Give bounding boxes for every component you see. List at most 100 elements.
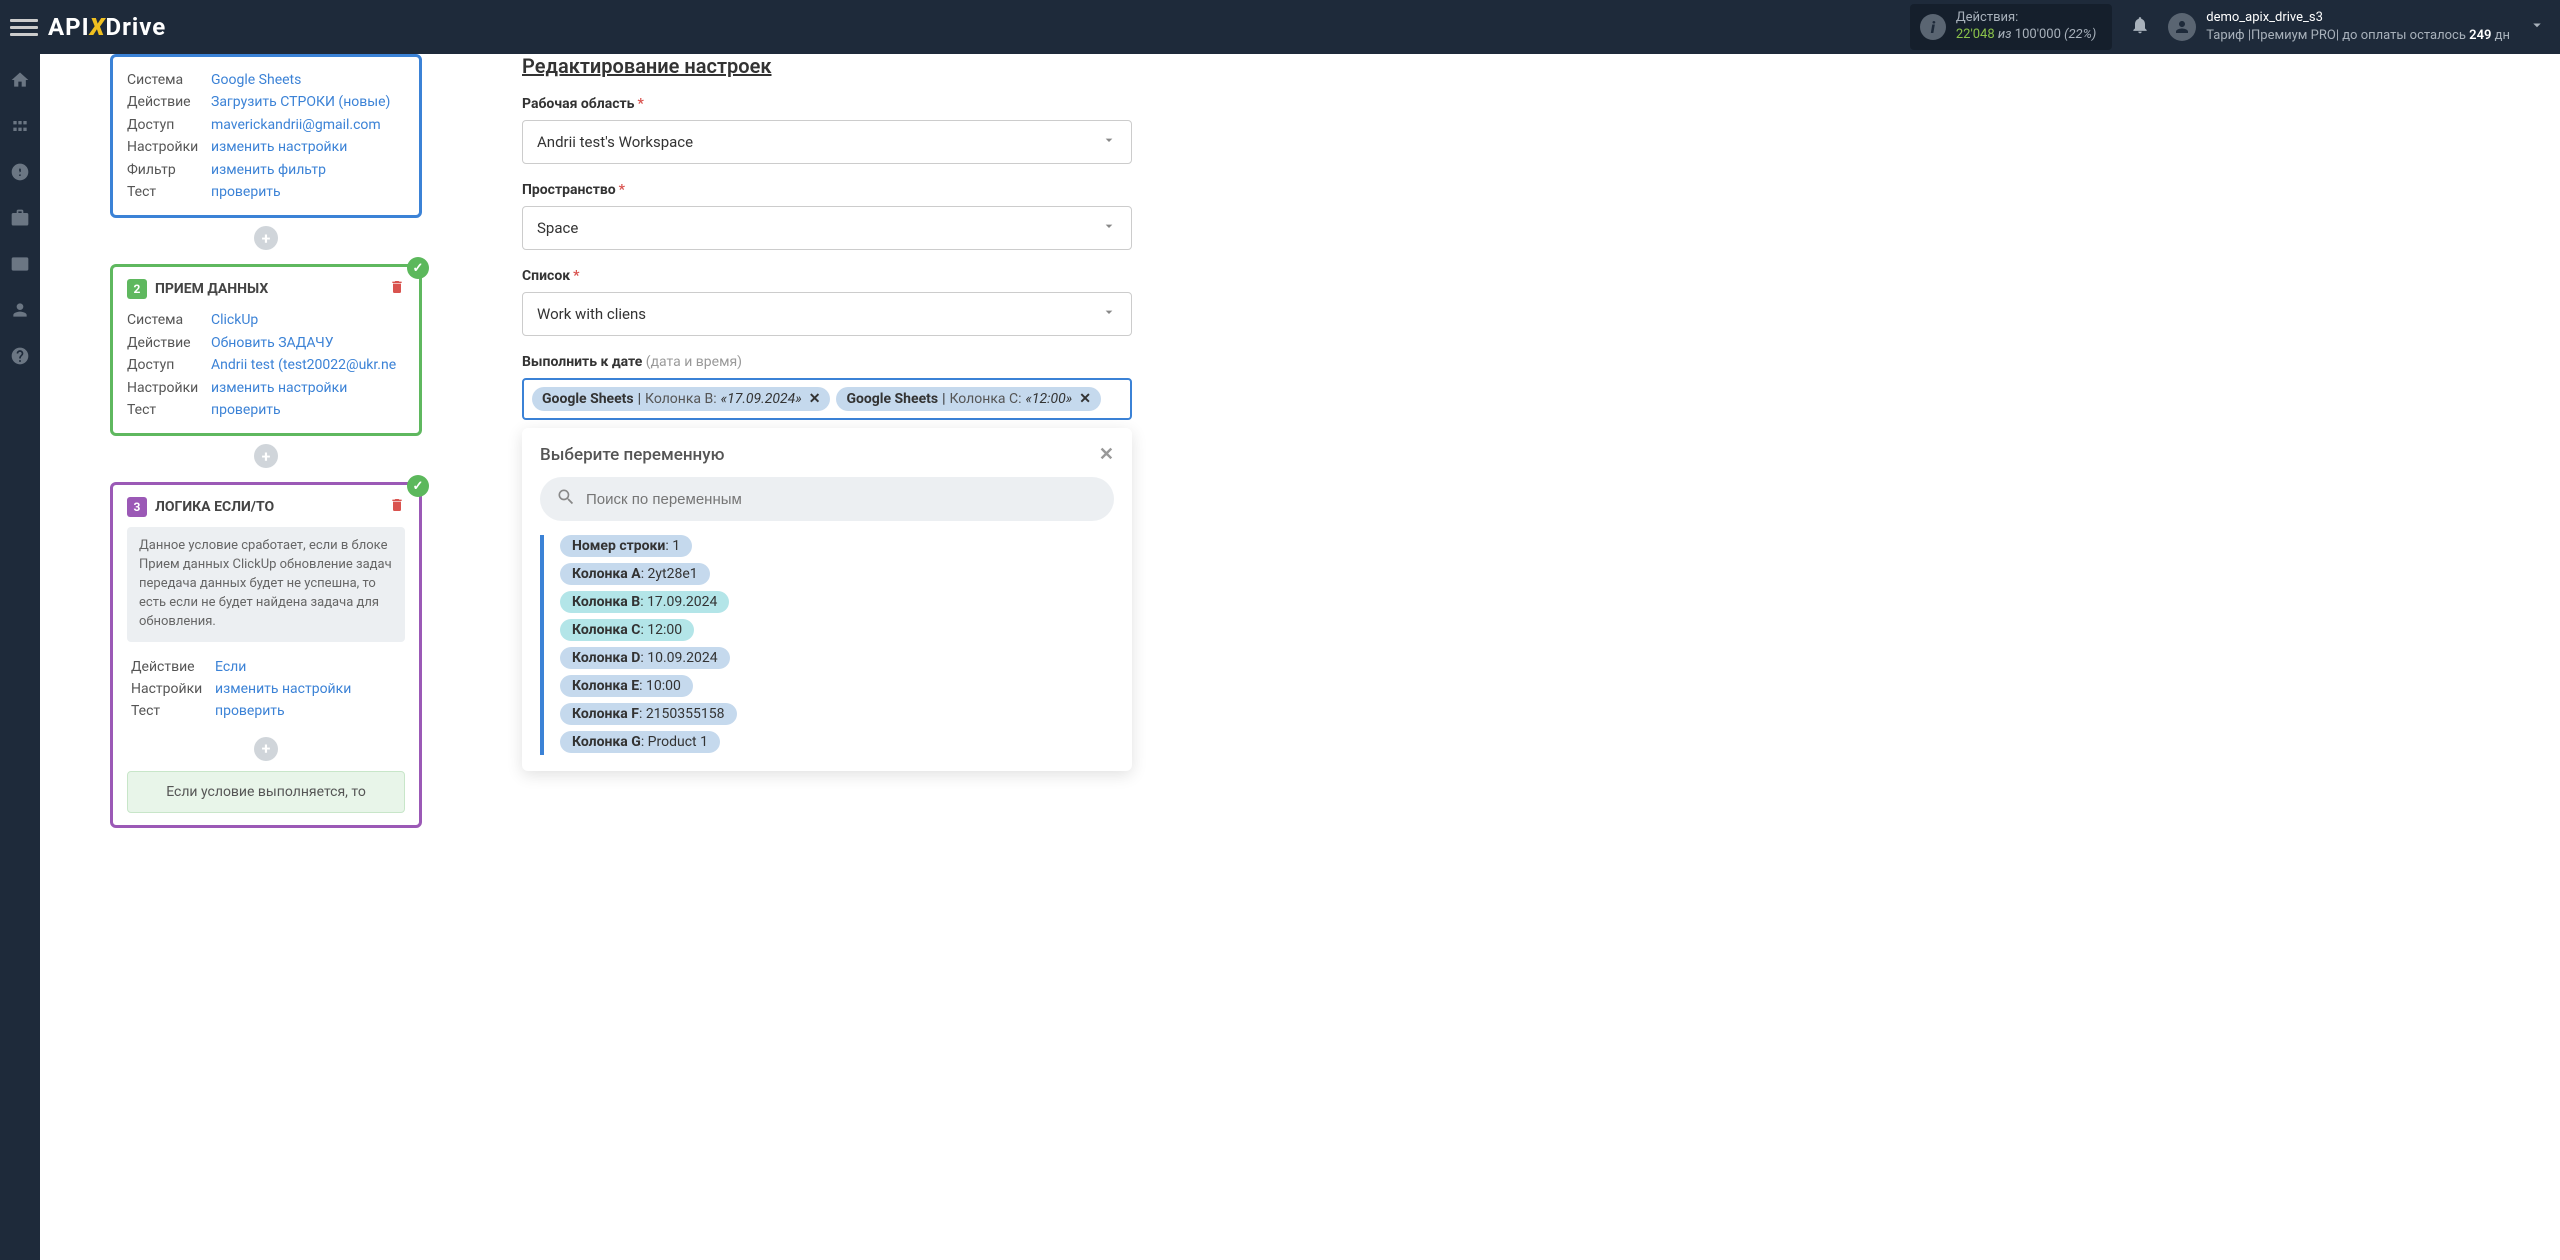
kv-value-link[interactable]: Обновить ЗАДАЧУ xyxy=(211,332,334,354)
step-card-logic[interactable]: ✓ 3 ЛОГИКА ЕСЛИ/ТО Данное условие сработ… xyxy=(110,482,422,827)
step-card-destination[interactable]: ✓ 2 ПРИЕМ ДАННЫХ СистемаClickUpДействиеО… xyxy=(110,264,422,436)
space-select[interactable]: Space xyxy=(522,206,1132,250)
kv-key: Настройки xyxy=(131,678,215,700)
check-icon: ✓ xyxy=(407,257,429,279)
connections-icon[interactable] xyxy=(8,114,32,138)
variable-list[interactable]: Номер строки: 1 Колонка A: 2yt28e1 Колонка… xyxy=(560,535,1114,755)
actions-total: 100'000 xyxy=(2015,27,2061,42)
variable-option[interactable]: Колонка A: 2yt28e1 xyxy=(560,563,710,585)
kv-key: Система xyxy=(127,69,211,91)
kv-value-link[interactable]: проверить xyxy=(211,399,281,421)
kv-value-link[interactable]: Если xyxy=(215,656,246,678)
kv-key: Доступ xyxy=(127,354,211,376)
kv-value-link[interactable]: ClickUp xyxy=(211,309,258,331)
space-label: Пространство* xyxy=(522,182,1132,198)
actions-label: Действия: xyxy=(1956,10,2096,27)
actions-counter[interactable]: i Действия: 22'048 из 100'000 (22%) xyxy=(1910,4,2112,50)
kv-key: Доступ xyxy=(127,114,211,136)
avatar[interactable] xyxy=(2168,13,2196,41)
list-select[interactable]: Work with cliens xyxy=(522,292,1132,336)
info-icon: i xyxy=(1920,14,1946,40)
kv-key: Действие xyxy=(127,332,211,354)
kv-key: Действие xyxy=(127,91,211,113)
kv-value-link[interactable]: Andrii test (test20022@ukr.ne xyxy=(211,354,396,376)
kv-value-link[interactable]: maverickandrii@gmail.com xyxy=(211,114,381,136)
video-icon[interactable] xyxy=(8,252,32,276)
workspace-select[interactable]: Andrii test's Workspace xyxy=(522,120,1132,164)
due-date-input[interactable]: Google Sheets | Колонка B: «17.09.2024» … xyxy=(522,378,1132,420)
user-name: demo_apix_drive_s3 xyxy=(2206,9,2510,27)
kv-value-link[interactable]: Загрузить СТРОКИ (новые) xyxy=(211,91,390,113)
due-date-label: Выполнить к дате (дата и время) xyxy=(522,354,1132,370)
kv-row: ДействиеОбновить ЗАДАЧУ xyxy=(127,332,405,354)
kv-row: Настройкиизменить настройки xyxy=(127,377,405,399)
kv-row: Настройкиизменить настройки xyxy=(131,678,401,700)
kv-row: СистемаGoogle Sheets xyxy=(127,69,405,91)
variable-option[interactable]: Колонка G: Product 1 xyxy=(560,731,720,753)
kv-row: Тестпроверить xyxy=(127,181,405,203)
billing-icon[interactable]: $ xyxy=(8,160,32,184)
delete-icon[interactable] xyxy=(389,279,405,299)
kv-row: Настройкиизменить настройки xyxy=(127,136,405,158)
actions-used: 22'048 xyxy=(1956,27,1995,42)
condition-success-box: Если условие выполняется, то xyxy=(127,771,405,813)
chevron-down-icon xyxy=(1101,304,1117,324)
chevron-down-icon xyxy=(1101,132,1117,152)
workspace-label: Рабочая область* xyxy=(522,96,1132,112)
kv-value-link[interactable]: проверить xyxy=(215,700,285,722)
kv-row: СистемаClickUp xyxy=(127,309,405,331)
list-label: Список* xyxy=(522,268,1132,284)
kv-value-link[interactable]: изменить фильтр xyxy=(211,159,326,181)
kv-row: ДействиеЗагрузить СТРОКИ (новые) xyxy=(127,91,405,113)
kv-row: Доступmaverickandrii@gmail.com xyxy=(127,114,405,136)
user-tariff: Тариф |Премиум PRO| до оплаты осталось 2… xyxy=(2206,27,2510,45)
kv-key: Настройки xyxy=(127,377,211,399)
variable-option[interactable]: Колонка C: 12:00 xyxy=(560,619,694,641)
sidebar-nav: $ xyxy=(0,54,40,1260)
check-icon: ✓ xyxy=(407,475,429,497)
kv-key: Тест xyxy=(131,700,215,722)
step-number: 3 xyxy=(127,497,147,517)
remove-tag-icon[interactable]: ✕ xyxy=(1079,391,1091,407)
variable-option[interactable]: Колонка E: 10:00 xyxy=(560,675,693,697)
header-dropdown-icon[interactable] xyxy=(2528,15,2546,40)
variable-option[interactable]: Номер строки: 1 xyxy=(560,535,692,557)
add-step-button[interactable]: + xyxy=(254,444,278,468)
page-title: Редактирование настроек xyxy=(522,54,1132,78)
home-icon[interactable] xyxy=(8,68,32,92)
kv-value-link[interactable]: изменить настройки xyxy=(215,678,351,700)
variable-tag[interactable]: Google Sheets | Колонка C: «12:00» ✕ xyxy=(836,387,1101,411)
variable-option[interactable]: Колонка B: 17.09.2024 xyxy=(560,591,729,613)
app-header: APIXDrive i Действия: 22'048 из 100'000 … xyxy=(0,0,2560,54)
step-card-source[interactable]: СистемаGoogle SheetsДействиеЗагрузить СТ… xyxy=(110,54,422,218)
variable-option[interactable]: Колонка D: 10.09.2024 xyxy=(560,647,730,669)
variable-search-input[interactable] xyxy=(586,491,1098,508)
variable-tag[interactable]: Google Sheets | Колонка B: «17.09.2024» … xyxy=(532,387,830,411)
kv-value-link[interactable]: изменить настройки xyxy=(211,377,347,399)
svg-text:$: $ xyxy=(16,166,23,181)
variable-option[interactable]: Колонка F: 2150355158 xyxy=(560,703,737,725)
hamburger-menu[interactable] xyxy=(10,13,38,41)
add-step-button[interactable]: + xyxy=(254,226,278,250)
popup-title: Выберите переменную xyxy=(540,445,724,465)
steps-panel: СистемаGoogle SheetsДействиеЗагрузить СТ… xyxy=(40,54,462,1260)
kv-value-link[interactable]: проверить xyxy=(211,181,281,203)
kv-row: Фильтризменить фильтр xyxy=(127,159,405,181)
kv-row: ДействиеЕсли xyxy=(131,656,401,678)
notifications-icon[interactable] xyxy=(2130,15,2150,40)
variable-search[interactable] xyxy=(540,477,1114,521)
close-icon[interactable]: ✕ xyxy=(1099,444,1114,465)
help-icon[interactable] xyxy=(8,344,32,368)
add-step-button[interactable]: + xyxy=(254,737,278,761)
search-icon xyxy=(556,487,576,511)
briefcase-icon[interactable] xyxy=(8,206,32,230)
remove-tag-icon[interactable]: ✕ xyxy=(809,391,821,407)
delete-icon[interactable] xyxy=(389,497,405,517)
logo[interactable]: APIXDrive xyxy=(48,13,166,41)
kv-value-link[interactable]: изменить настройки xyxy=(211,136,347,158)
kv-value-link[interactable]: Google Sheets xyxy=(211,69,301,91)
kv-row: Тестпроверить xyxy=(131,700,401,722)
step-title: ПРИЕМ ДАННЫХ xyxy=(155,281,268,297)
profile-icon[interactable] xyxy=(8,298,32,322)
step-number: 2 xyxy=(127,279,147,299)
